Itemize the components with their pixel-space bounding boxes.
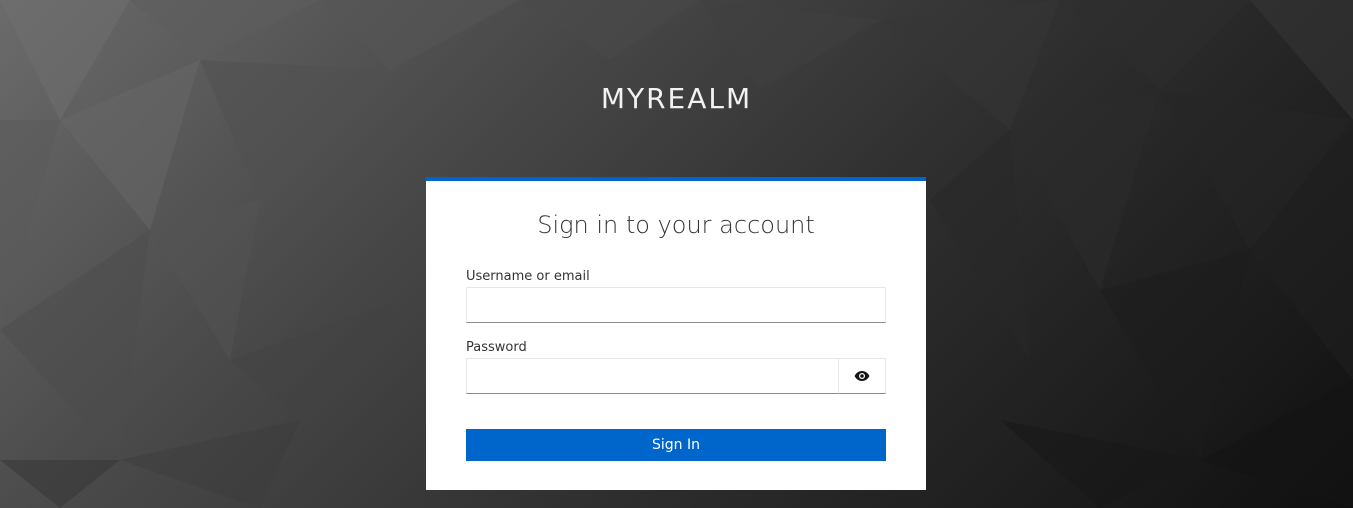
eye-icon — [854, 371, 870, 381]
login-card: Sign in to your account Username or emai… — [426, 177, 926, 490]
password-label: Password — [466, 340, 527, 355]
page-title: Sign in to your account — [537, 211, 815, 239]
username-field[interactable] — [466, 287, 886, 323]
show-password-button[interactable] — [838, 358, 886, 394]
realm-title: MYREALM — [600, 82, 753, 115]
sign-in-button[interactable]: Sign In — [466, 429, 886, 461]
username-label: Username or email — [466, 269, 590, 284]
password-field[interactable] — [466, 358, 839, 394]
